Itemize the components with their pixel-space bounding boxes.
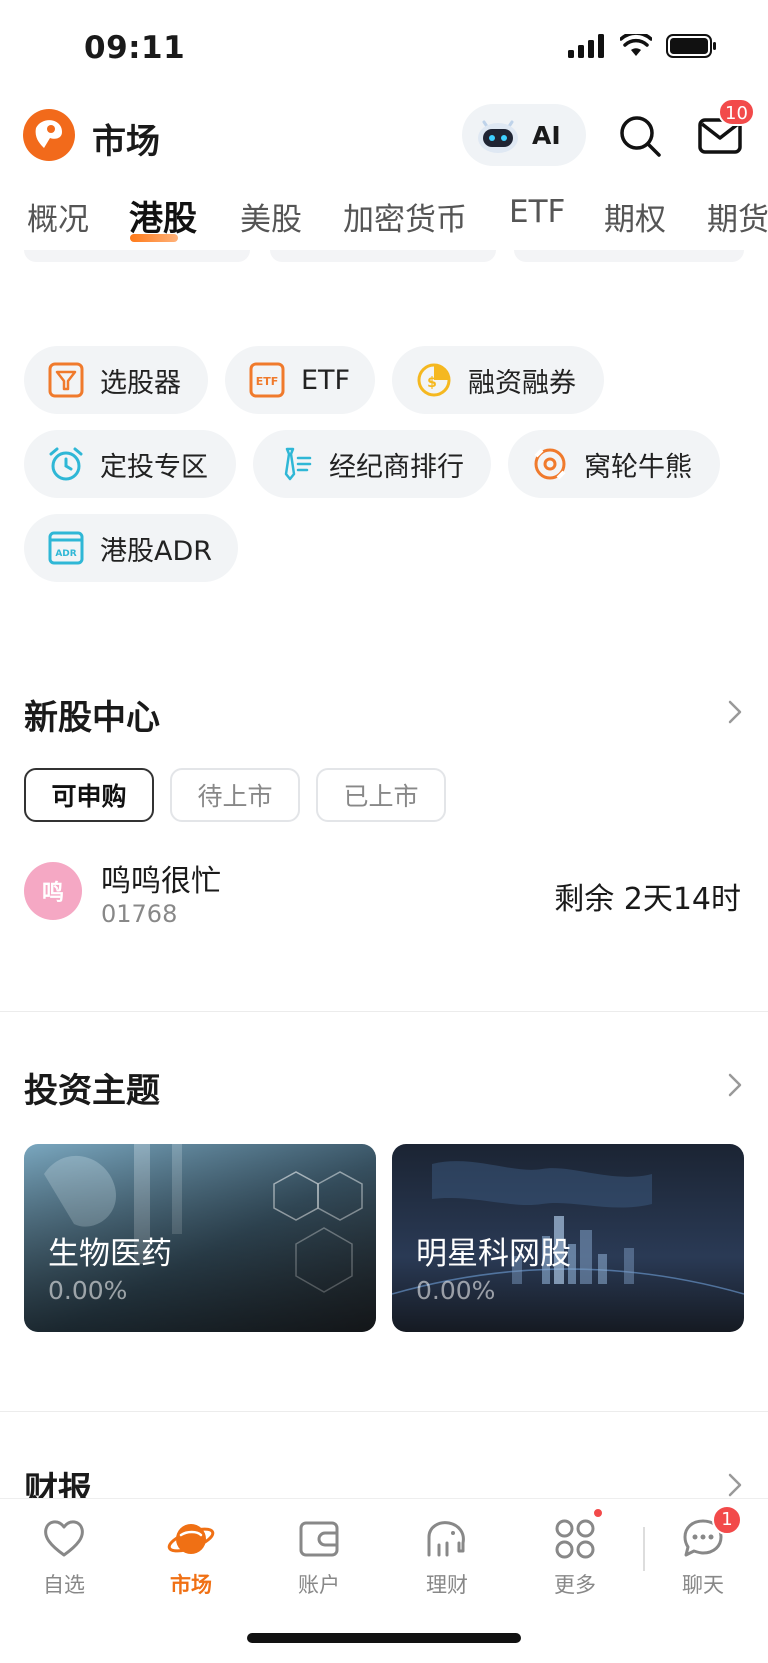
wallet-icon xyxy=(299,1521,339,1557)
svg-text:ETF: ETF xyxy=(256,375,279,388)
svg-text:ADR: ADR xyxy=(55,549,76,559)
app-logo-icon xyxy=(23,109,75,161)
tab-us-stocks[interactable]: 美股 xyxy=(240,194,302,239)
nav-more[interactable]: 更多 xyxy=(525,1515,625,1599)
theme-card-biomedicine[interactable]: 生物医药 0.00% xyxy=(24,1144,376,1332)
tool-margin[interactable]: $ 融资融券 xyxy=(392,346,604,414)
page-title: 市场 xyxy=(92,122,160,162)
nav-wealth[interactable]: 理财 xyxy=(397,1515,497,1599)
nav-label: 理财 xyxy=(426,1573,468,1597)
grid-icon xyxy=(555,1519,595,1559)
nav-watchlist[interactable]: 自选 xyxy=(14,1515,114,1599)
search-icon[interactable] xyxy=(618,114,662,158)
tool-label: 港股ADR xyxy=(100,535,213,567)
tool-label: 定投专区 xyxy=(100,451,208,483)
ipo-remaining-time: 剩余 2天14时 xyxy=(554,882,741,917)
broker-tie-icon xyxy=(284,447,312,481)
nav-market[interactable]: 市场 xyxy=(141,1515,241,1599)
status-time: 09:11 xyxy=(84,30,186,66)
nav-separator xyxy=(643,1527,645,1571)
ai-label: AI xyxy=(532,120,561,150)
home-indicator xyxy=(247,1633,521,1643)
chevron-right-icon[interactable] xyxy=(724,1470,746,1500)
robot-icon xyxy=(478,120,518,153)
battery-icon xyxy=(666,34,716,58)
tab-etf[interactable]: ETF xyxy=(509,194,565,230)
section-divider xyxy=(0,1411,768,1412)
tool-stock-filter[interactable]: 选股器 xyxy=(24,346,208,414)
margin-coin-icon: $ xyxy=(417,363,451,397)
tool-label: 经纪商排行 xyxy=(329,451,464,483)
filter-subscribable[interactable]: 可申购 xyxy=(24,768,154,822)
active-tab-indicator xyxy=(130,234,178,242)
planet-icon xyxy=(167,1524,215,1554)
theme-card-tech-stars[interactable]: 明星科网股 0.00% xyxy=(392,1144,744,1332)
nav-label: 账户 xyxy=(298,1573,340,1597)
wifi-icon xyxy=(620,34,652,56)
nav-account[interactable]: 账户 xyxy=(269,1515,369,1599)
tool-label: ETF xyxy=(301,364,351,396)
ipo-stock-name[interactable]: 鸣鸣很忙 xyxy=(101,856,221,900)
adr-icon: ADR xyxy=(48,531,84,565)
tab-futures[interactable]: 期货 xyxy=(707,194,768,239)
etf-icon: ETF xyxy=(249,362,285,398)
market-tabs: 概况 港股 美股 加密货币 ETF 期权 期货 xyxy=(0,194,768,248)
scrolled-card-edge xyxy=(24,250,250,262)
theme-change: 0.00% xyxy=(48,1276,128,1305)
ipo-avatar: 鸣 xyxy=(24,862,82,920)
themes-title[interactable]: 投资主题 xyxy=(24,1063,160,1112)
nav-label: 市场 xyxy=(170,1573,212,1597)
chat-badge: 1 xyxy=(712,1505,742,1535)
ai-assistant-button[interactable]: AI xyxy=(462,104,586,166)
warrant-icon xyxy=(534,448,566,480)
elephant-icon xyxy=(427,1521,465,1557)
heart-icon xyxy=(44,1520,84,1557)
theme-change: 0.00% xyxy=(416,1276,496,1305)
filter-listed[interactable]: 已上市 xyxy=(316,768,446,822)
scrolled-card-edge xyxy=(514,250,744,262)
status-icons xyxy=(568,34,718,58)
ipo-stock-code: 01768 xyxy=(101,900,178,928)
theme-name: 明星科网股 xyxy=(416,1236,571,1272)
chevron-right-icon[interactable] xyxy=(724,1070,746,1100)
header: 市场 AI xyxy=(0,100,768,180)
tool-warrants[interactable]: 窝轮牛熊 xyxy=(508,430,720,498)
alarm-clock-icon xyxy=(49,447,83,481)
more-notification-dot xyxy=(592,1507,604,1519)
nav-label: 自选 xyxy=(43,1573,85,1597)
svg-text:$: $ xyxy=(427,375,437,391)
tool-label: 选股器 xyxy=(100,367,181,399)
chevron-right-icon[interactable] xyxy=(724,697,746,727)
tool-hk-adr[interactable]: ADR 港股ADR xyxy=(24,514,238,582)
tab-crypto[interactable]: 加密货币 xyxy=(343,194,467,239)
stock-filter-icon xyxy=(48,362,84,398)
scrolled-card-edge xyxy=(270,250,496,262)
nav-label: 聊天 xyxy=(682,1573,724,1597)
theme-name: 生物医药 xyxy=(48,1236,172,1272)
status-bar: 09:11 xyxy=(0,0,768,100)
ipo-center-title[interactable]: 新股中心 xyxy=(24,690,160,739)
tool-broker-ranking[interactable]: 经纪商排行 xyxy=(253,430,491,498)
nav-label: 更多 xyxy=(554,1573,596,1597)
tool-auto-invest[interactable]: 定投专区 xyxy=(24,430,236,498)
mail-badge: 10 xyxy=(718,98,755,126)
signal-icon xyxy=(568,34,604,58)
section-divider xyxy=(0,1011,768,1012)
tab-options[interactable]: 期权 xyxy=(604,194,666,239)
tab-overview[interactable]: 概况 xyxy=(27,194,89,239)
tool-label: 融资融券 xyxy=(468,367,576,399)
tool-etf[interactable]: ETF ETF xyxy=(225,346,375,414)
filter-upcoming[interactable]: 待上市 xyxy=(170,768,300,822)
tool-label: 窝轮牛熊 xyxy=(584,451,692,483)
